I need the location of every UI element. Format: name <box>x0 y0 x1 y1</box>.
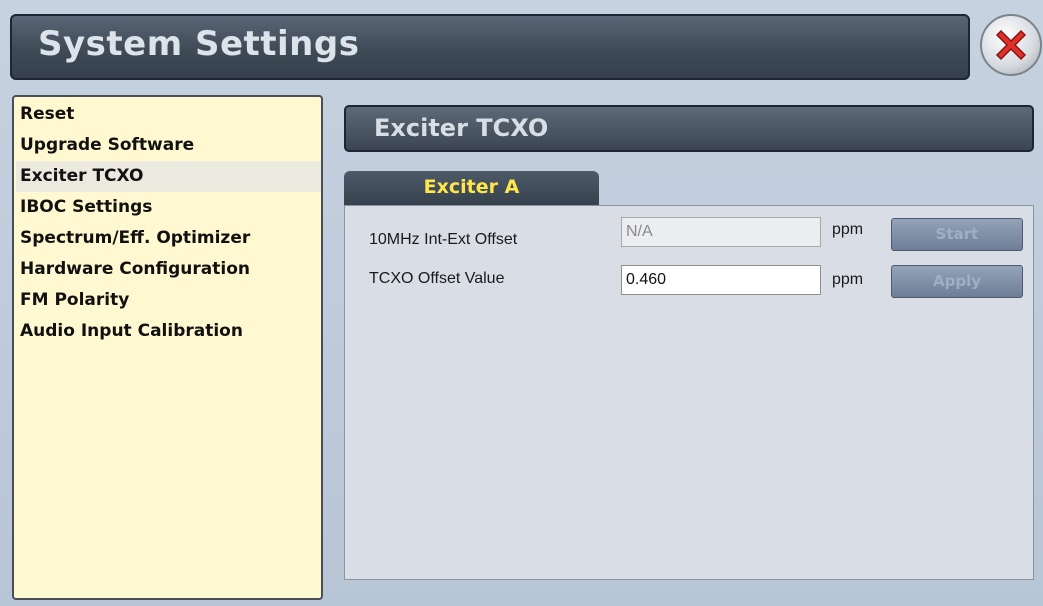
tab-exciter-a[interactable]: Exciter A <box>344 171 599 205</box>
tcxo-offset-label: TCXO Offset Value <box>369 270 505 287</box>
apply-button[interactable]: Apply <box>891 265 1023 298</box>
menu-item-hardware-configuration[interactable]: Hardware Configuration <box>16 254 321 285</box>
settings-menu: Reset Upgrade Software Exciter TCXO IBOC… <box>12 95 323 600</box>
close-button[interactable] <box>980 14 1042 76</box>
menu-item-upgrade-software[interactable]: Upgrade Software <box>16 130 321 161</box>
app-window: System Settings Reset Upgrade Software E… <box>0 0 1043 606</box>
menu-item-exciter-tcxo[interactable]: Exciter TCXO <box>16 161 321 192</box>
menu-item-reset[interactable]: Reset <box>16 99 321 130</box>
tcxo-panel: 10MHz Int-Ext Offset N/A ppm Start TCXO … <box>344 205 1034 580</box>
int-ext-offset-unit: ppm <box>832 221 864 238</box>
window-title: System Settings <box>38 24 360 64</box>
tab-label: Exciter A <box>423 176 520 198</box>
section-title: Exciter TCXO <box>374 114 549 142</box>
close-icon <box>995 29 1027 61</box>
menu-item-iboc-settings[interactable]: IBOC Settings <box>16 192 321 223</box>
menu-item-fm-polarity[interactable]: FM Polarity <box>16 285 321 316</box>
tcxo-offset-unit: ppm <box>832 271 864 288</box>
int-ext-offset-field[interactable]: N/A <box>621 217 821 247</box>
title-bar: System Settings <box>10 14 970 80</box>
int-ext-offset-label: 10MHz Int-Ext Offset <box>369 231 518 248</box>
tcxo-offset-field[interactable]: 0.460 <box>621 265 821 295</box>
main-content: Exciter TCXO Exciter A 10MHz Int-Ext Off… <box>342 95 1036 581</box>
section-header: Exciter TCXO <box>344 105 1034 152</box>
menu-item-spectrum-optimizer[interactable]: Spectrum/Eff. Optimizer <box>16 223 321 254</box>
menu-item-audio-input-calibration[interactable]: Audio Input Calibration <box>16 316 321 347</box>
start-button[interactable]: Start <box>891 218 1023 251</box>
